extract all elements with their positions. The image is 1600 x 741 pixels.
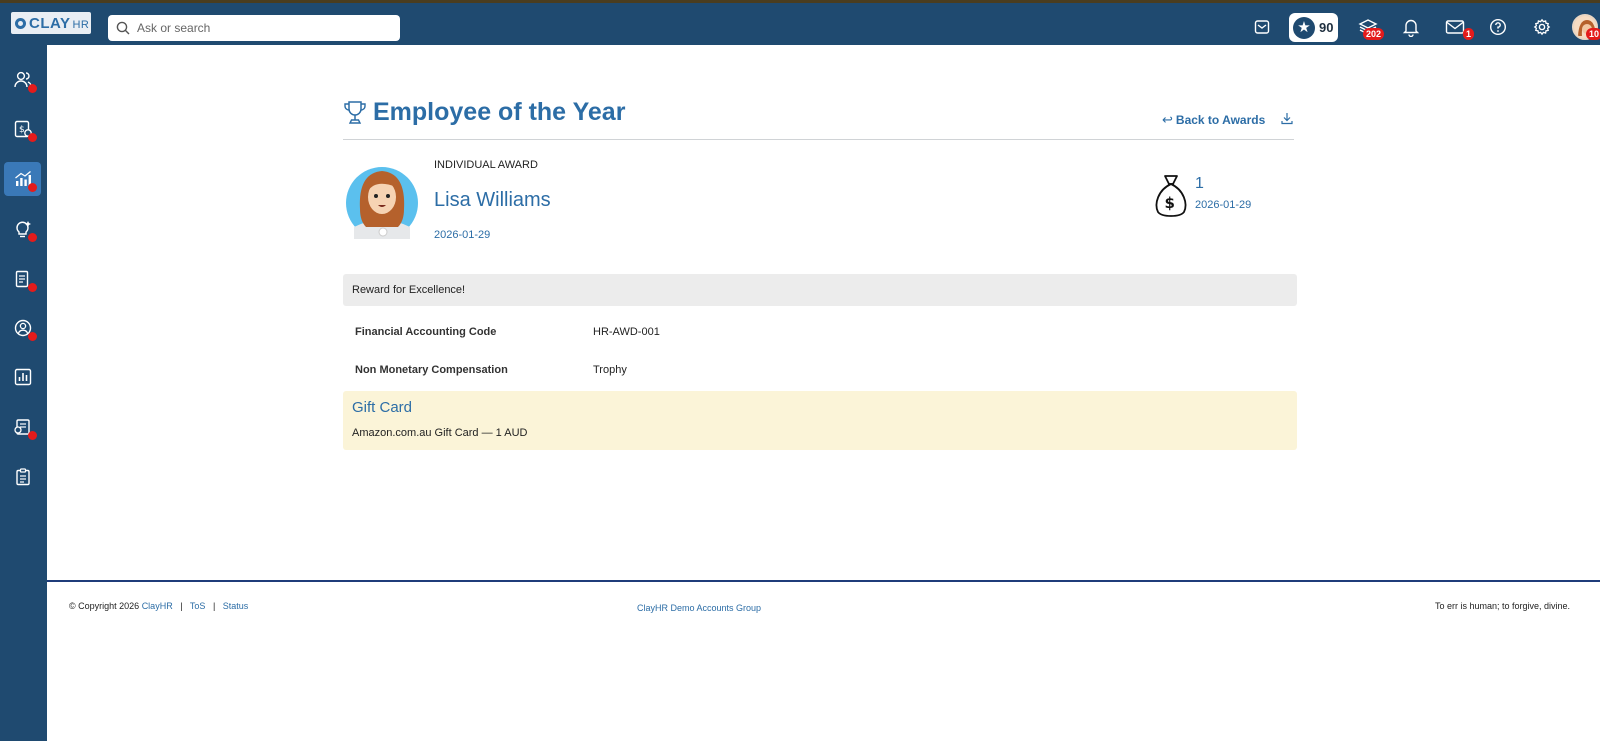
avatar-badge: 10: [1586, 28, 1600, 40]
money-bag-icon: $: [1155, 175, 1187, 217]
bell-icon[interactable]: [1401, 17, 1421, 37]
star-icon: ★: [1293, 16, 1315, 39]
award-reason: Reward for Excellence!: [343, 274, 1297, 306]
gift-card-panel: Gift Card Amazon.com.au Gift Card — 1 AU…: [343, 391, 1297, 450]
clipboard-icon: [15, 468, 30, 486]
detail-label: Financial Accounting Code: [355, 326, 497, 338]
mail-icon[interactable]: [1445, 17, 1465, 37]
sidebar-item-documents[interactable]: [4, 262, 41, 296]
award-date: 2026-01-29: [434, 229, 491, 241]
sidebar-item-recruiting[interactable]: [4, 410, 41, 444]
award-amount-date: 2026-01-29: [1195, 199, 1252, 211]
search-icon: [116, 21, 130, 35]
inbox-tray-icon[interactable]: [1252, 17, 1272, 37]
notification-dot: [28, 332, 37, 341]
back-link-label: Back to Awards: [1175, 113, 1266, 127]
sidebar-item-performance[interactable]: [4, 162, 41, 196]
clayhr-link[interactable]: ClayHR: [142, 601, 173, 611]
page-header: Employee of the Year ↩ Back to Awards: [343, 96, 1294, 140]
search-input[interactable]: [137, 21, 387, 35]
award-type: INDIVIDUAL AWARD: [434, 159, 538, 171]
return-arrow-icon: ↩: [1162, 112, 1173, 127]
separator: |: [180, 601, 183, 611]
separator: |: [212, 601, 216, 611]
search-box[interactable]: [108, 15, 400, 41]
back-to-awards-link[interactable]: ↩ Back to Awards: [1162, 112, 1265, 128]
sidebar-item-reports[interactable]: [4, 360, 41, 394]
tos-link[interactable]: ToS: [190, 601, 206, 611]
trophy-icon: [344, 101, 366, 124]
points-button[interactable]: ★ 90: [1289, 13, 1338, 42]
status-link[interactable]: Status: [223, 601, 249, 611]
sidebar-item-people[interactable]: [4, 63, 41, 97]
top-navigation-bar: CLAY HR ★ 90 202 1 10: [0, 3, 1600, 45]
detail-value: HR-AWD-001: [593, 326, 660, 338]
notification-dot: [28, 183, 37, 192]
gear-icon[interactable]: [1532, 17, 1552, 37]
sidebar-item-ideas[interactable]: [4, 212, 41, 246]
sidebar-item-tasks[interactable]: [4, 460, 41, 494]
employee-name[interactable]: Lisa Williams: [434, 189, 551, 212]
gift-card-title: Gift Card: [352, 399, 413, 416]
award-amount: 1: [1195, 175, 1204, 192]
reports-icon: [14, 368, 31, 386]
sidebar-item-payroll[interactable]: $: [4, 112, 41, 146]
logo-text: CLAY: [29, 14, 71, 32]
organization-link[interactable]: ClayHR Demo Accounts Group: [637, 603, 761, 613]
notification-dot: [28, 133, 37, 142]
layers-badge: 202: [1363, 28, 1385, 40]
employee-avatar: [346, 167, 418, 239]
sidebar: $: [0, 45, 47, 741]
notification-dot: [28, 233, 37, 242]
notification-dot: [28, 84, 37, 93]
footer-divider: [47, 580, 1600, 582]
notification-dot: [28, 283, 37, 292]
page-title: Employee of the Year: [373, 98, 626, 126]
copyright-text: © Copyright 2026: [69, 601, 140, 611]
footer-quote: To err is human; to forgive, divine.: [1434, 601, 1570, 611]
notification-dot: [28, 431, 37, 440]
mail-badge: 1: [1463, 28, 1475, 40]
clayhr-logo[interactable]: CLAY HR: [11, 12, 91, 34]
download-icon[interactable]: [1281, 112, 1293, 125]
points-value: 90: [1319, 20, 1334, 35]
gift-card-description: Amazon.com.au Gift Card — 1 AUD: [352, 427, 528, 439]
svg-text:$: $: [1165, 194, 1175, 212]
svg-text:$: $: [19, 125, 25, 135]
detail-value: Trophy: [593, 364, 627, 376]
sidebar-item-profile[interactable]: [4, 311, 41, 345]
footer-links: © Copyright 2026 ClayHR | ToS | Status: [69, 601, 248, 611]
logo-suffix: HR: [72, 18, 90, 31]
detail-label: Non Monetary Compensation: [355, 364, 508, 376]
help-icon[interactable]: [1488, 17, 1508, 37]
logo-mark-icon: [15, 17, 26, 29]
